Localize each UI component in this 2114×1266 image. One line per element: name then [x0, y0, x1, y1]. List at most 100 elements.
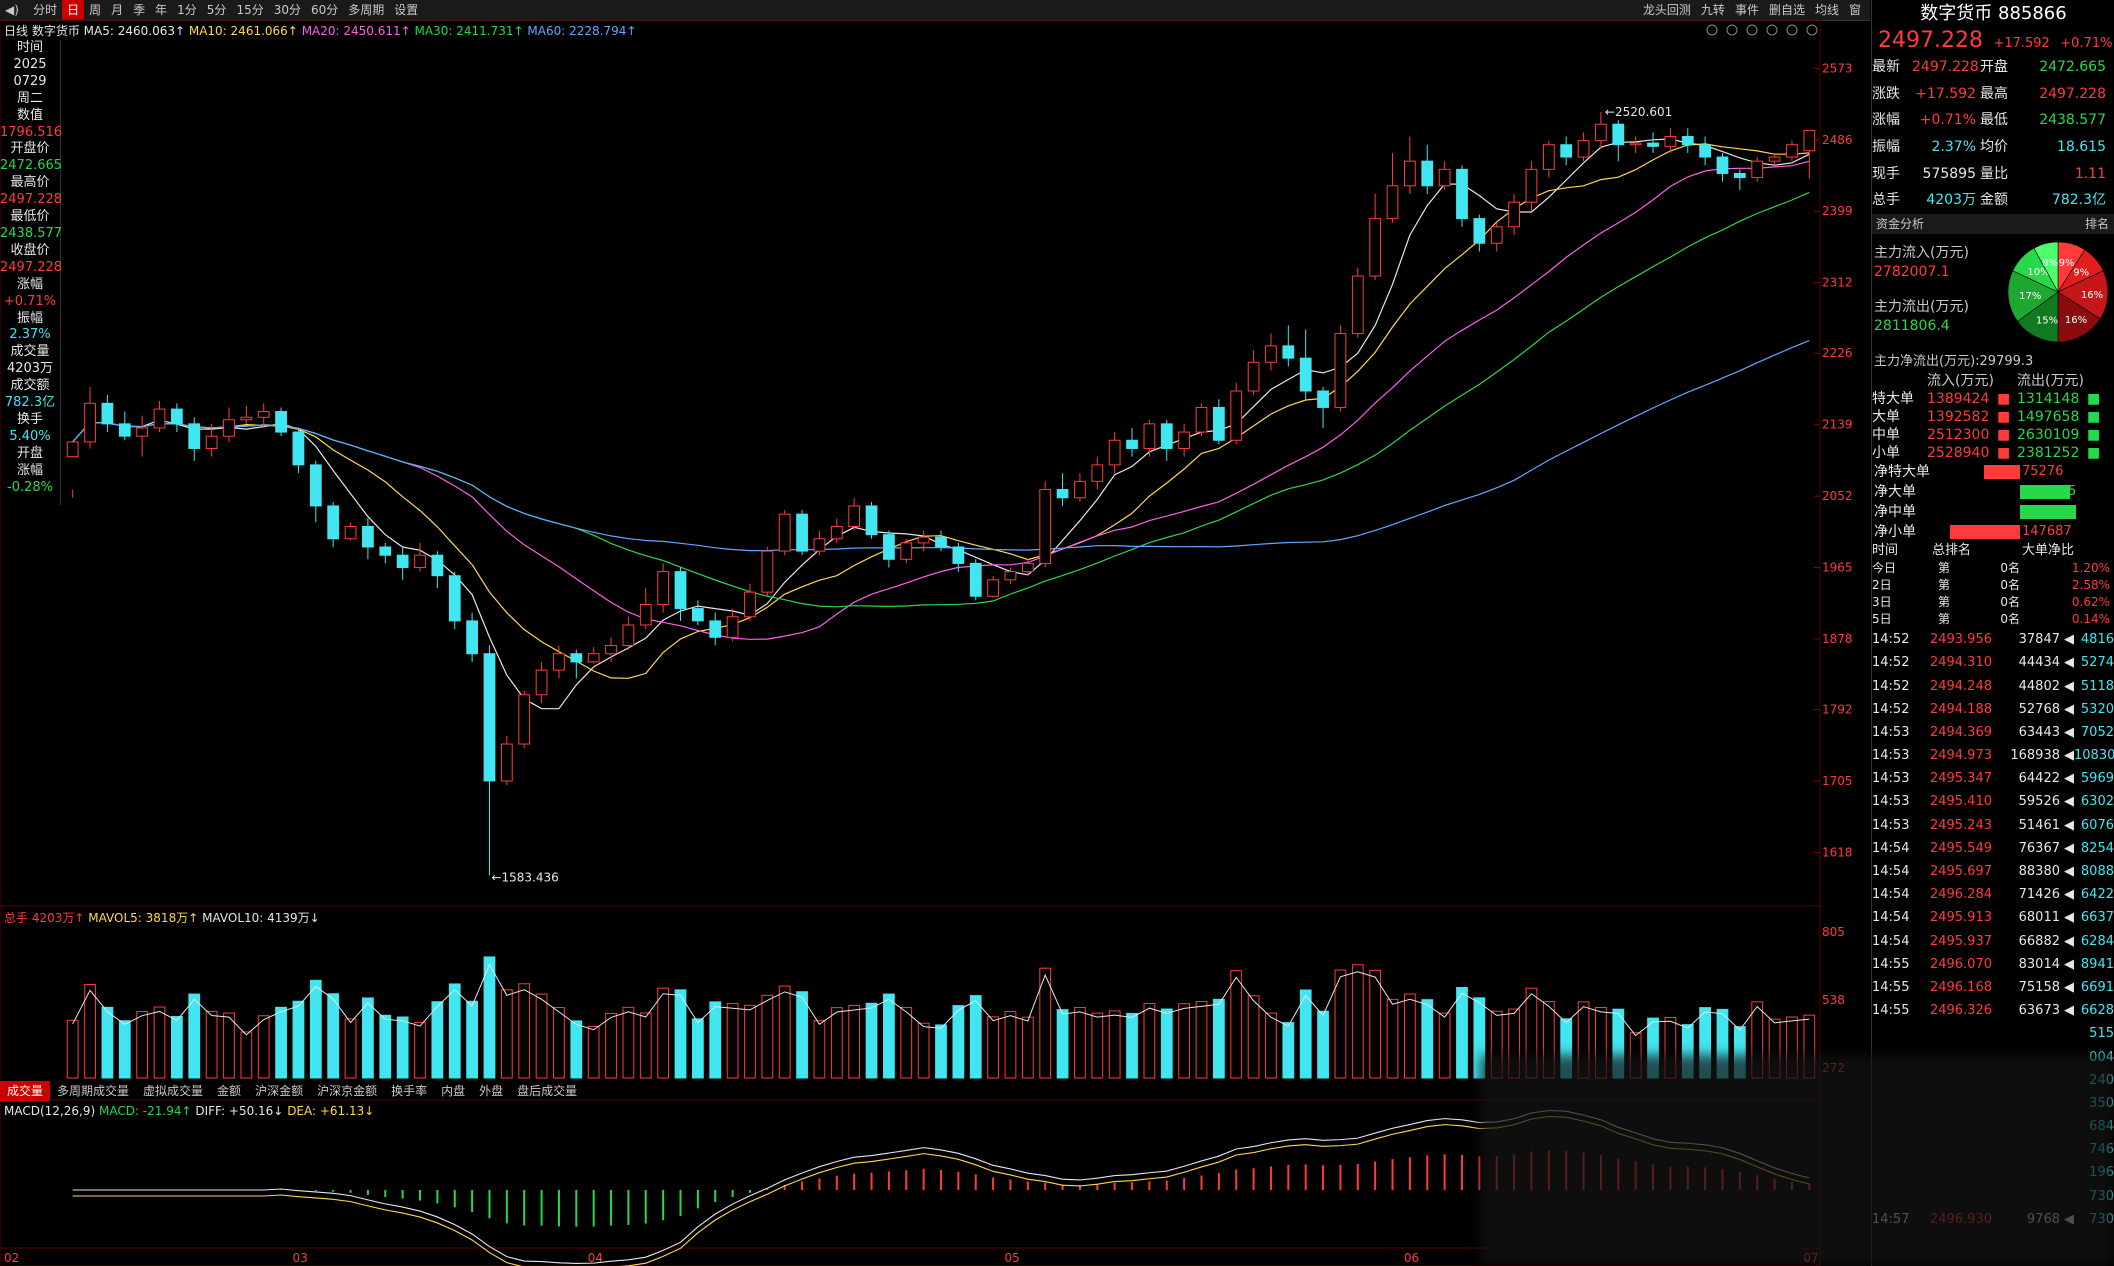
net-row-label-1: 净大单: [1874, 484, 1916, 501]
volume-bar-57: [1056, 1009, 1069, 1079]
flow-row-in-swatch-0: ■: [1997, 391, 2011, 408]
candle-body-3: [118, 423, 131, 437]
indicator-tab-2[interactable]: 虚拟成交量: [136, 1081, 210, 1101]
indicator-tab-4[interactable]: 沪深金额: [248, 1081, 310, 1101]
candle-body-85: [1542, 144, 1555, 170]
net-row-1: 净大单 -105075: [1872, 482, 2114, 502]
net-row-value-2: -117888: [2022, 504, 2077, 520]
volume-bar-38: [726, 1003, 739, 1079]
indicator-tab-6[interactable]: 换手率: [384, 1081, 434, 1101]
tick-time-0: 14:52: [1872, 632, 1910, 648]
volume-bar-63: [1160, 1008, 1173, 1079]
rank-row-ratio-3: 0.14%: [2071, 612, 2110, 627]
volume-bar-36: [691, 1018, 704, 1079]
indicator-tab-1[interactable]: 多周期成交量: [50, 1081, 136, 1101]
candle-body-51: [952, 546, 965, 564]
volume-bar-49: [917, 1022, 930, 1079]
volume-bar-79: [1438, 1012, 1451, 1079]
volume-bar-44: [830, 1007, 843, 1079]
quote-label-4-b: 量比: [1980, 165, 2008, 182]
candle-body-75: [1369, 218, 1382, 277]
flow-row-out-swatch-0: ■: [2087, 391, 2101, 408]
tick-count-11: 6422: [2080, 887, 2114, 903]
tick-time-3: 14:52: [1872, 701, 1910, 717]
quote-value-5-a: 4203万: [1926, 192, 1976, 209]
rank-row-di-0: 第: [1937, 561, 1950, 576]
volume-bar-64: [1178, 1003, 1191, 1079]
eye-icon[interactable]: [1726, 24, 1738, 36]
zoom-in-icon[interactable]: [1806, 24, 1818, 36]
x-label-3: 05: [1004, 1251, 1019, 1265]
volume-bar-31: [605, 1012, 617, 1079]
candle-body-5: [153, 408, 166, 429]
tick-time-12: 14:54: [1872, 910, 1910, 926]
candle-body-55: [1021, 562, 1034, 573]
fund-analysis-title: 资金分析: [1876, 217, 1925, 232]
y-tick-label-1: 2486: [1822, 133, 1853, 147]
mavol5-label: MAVOL5: 3818万↑: [88, 911, 199, 925]
indicator-tab-9[interactable]: 盘后成交量: [510, 1081, 584, 1101]
candle-body-34: [657, 571, 670, 605]
hand-icon[interactable]: [1746, 24, 1758, 36]
volume-bar-24: [483, 956, 496, 1079]
volume-bar-3: [118, 1020, 131, 1079]
tick-volume-10: 88380: [2018, 864, 2060, 879]
indicator-tab-0[interactable]: 成交量: [0, 1081, 51, 1101]
volume-bar-13: [292, 1000, 305, 1079]
zoom-out-icon[interactable]: [1786, 24, 1798, 36]
lock-icon[interactable]: [1766, 24, 1778, 36]
net-row-3: 净小单 147687: [1872, 522, 2114, 542]
net-row-label-0: 净特大单: [1874, 464, 1930, 481]
macd-legend: MACD(12,26,9) MACD: -21.94↑ DIFF: +50.16…: [4, 1104, 374, 1118]
fund-rank-button[interactable]: 排名: [2085, 214, 2109, 234]
candle-body-95: [1716, 156, 1729, 174]
tick-count-10: 8088: [2080, 864, 2114, 879]
volume-bar-22: [448, 983, 461, 1079]
candle-body-54: [1004, 571, 1017, 581]
tick-time-14: 14:55: [1872, 956, 1910, 972]
candle-body-32: [622, 624, 635, 647]
tick-time-9: 14:54: [1872, 840, 1910, 856]
volume-bar-77: [1404, 993, 1416, 1079]
volume-bar-45: [848, 1004, 861, 1079]
indicator-tab-3[interactable]: 金额: [210, 1081, 248, 1101]
volume-bar-70: [1282, 1022, 1295, 1079]
volume-bar-62: [1143, 1002, 1156, 1079]
tick-tail-blank-d-0: [2060, 1022, 2074, 1045]
tick-arrow-1: ◀: [2064, 655, 2074, 671]
tick-count-7: 6302: [2080, 794, 2114, 810]
tick-volume-12: 68011: [2018, 910, 2060, 926]
candle-body-10: [240, 416, 253, 421]
tick-count-8: 6076: [2080, 817, 2114, 833]
main-in-value: 2782007.1: [1874, 264, 1950, 281]
pie-label-2: 16%: [2081, 290, 2103, 301]
candle-body-87: [1577, 140, 1590, 158]
indicator-tab-7[interactable]: 内盘: [434, 1081, 472, 1101]
rank-header: 时间 总排名 大单净比: [1872, 542, 2114, 560]
tick-arrow-0: ◀: [2064, 632, 2074, 648]
volume-bar-20: [414, 1022, 426, 1079]
candle-body-20: [414, 554, 426, 569]
candle-body-67: [1230, 390, 1243, 441]
volume-bar-51: [952, 1005, 965, 1079]
candle-body-40: [761, 550, 774, 593]
tick-row-7: 14:53 2495.410 59526 ◀ 6302: [1872, 790, 2114, 813]
candle-body-78: [1421, 160, 1434, 187]
net-row-bar-0: [1984, 465, 2020, 480]
quote-label-2-b: 最低: [1980, 112, 2008, 129]
tick-arrow-14: ◀: [2064, 956, 2074, 972]
quote-value-0-b: 2472.665: [2039, 59, 2106, 75]
rank-row-rank-0: 0名: [2000, 561, 2020, 576]
candle-body-50: [935, 536, 947, 548]
candle-body-2: [101, 402, 114, 425]
indicator-tab-5[interactable]: 沪深京金额: [310, 1081, 384, 1101]
tick-time-7: 14:53: [1872, 794, 1910, 810]
candle-body-62: [1143, 423, 1156, 449]
indicator-tab-8[interactable]: 外盘: [472, 1081, 510, 1101]
tick-price-6: 2495.347: [1929, 771, 1992, 787]
pen-icon[interactable]: [1706, 24, 1718, 36]
pie-label-4: 15%: [2036, 316, 2058, 327]
tick-time-10: 14:54: [1872, 864, 1910, 879]
candle-body-26: [518, 694, 531, 745]
tick-row-11: 14:54 2496.284 71426 ◀ 6422: [1872, 883, 2114, 906]
